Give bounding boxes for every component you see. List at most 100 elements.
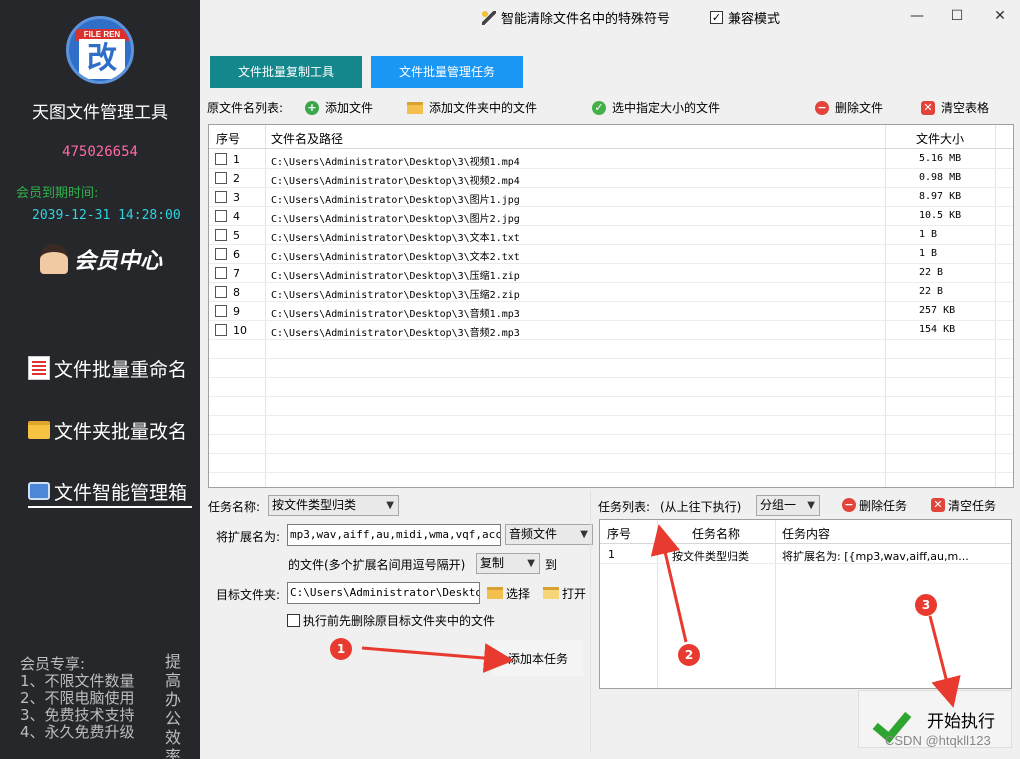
table-row[interactable]: 8 C:\Users\Administrator\Desktop\3\压缩2.zi…: [209, 283, 1013, 302]
row-checkbox[interactable]: [215, 324, 227, 336]
to-label: 到: [545, 558, 558, 572]
clear-icon: ✕: [931, 498, 945, 512]
panel-divider: [590, 490, 591, 752]
delete-file-button[interactable]: − 删除文件: [815, 99, 883, 116]
member-center-label: 会员中心: [74, 248, 163, 274]
folder-icon: [28, 421, 50, 439]
nav-folder-rename[interactable]: 文件夹批量改名: [28, 414, 187, 446]
table-row[interactable]: 2 C:\Users\Administrator\Desktop\3\视频2.mp…: [209, 169, 1013, 188]
row-checkbox[interactable]: [215, 305, 227, 317]
minus-icon: −: [842, 498, 856, 512]
compat-mode-label: 兼容模式: [728, 12, 781, 27]
table-row[interactable]: 5 C:\Users\Administrator\Desktop\3\文本1.tx…: [209, 226, 1013, 245]
delete-task-button[interactable]: − 删除任务: [842, 493, 907, 517]
table-row[interactable]: 6 C:\Users\Administrator\Desktop\3\文本2.tx…: [209, 245, 1013, 264]
expire-label: 会员到期时间:: [16, 186, 99, 201]
select-size-button[interactable]: ✓ 选中指定大小的文件: [592, 99, 720, 116]
table-row[interactable]: 10 C:\Users\Administrator\Desktop\3\音频2.m…: [209, 321, 1013, 340]
folder-plus-icon: [487, 587, 503, 599]
compat-mode-checkbox[interactable]: ✓ 兼容模式: [710, 8, 780, 27]
table-row[interactable]: 9 C:\Users\Administrator\Desktop\3\音频1.mp…: [209, 302, 1013, 321]
choose-folder-button[interactable]: 选择: [487, 581, 530, 605]
row-checkbox[interactable]: [215, 210, 227, 222]
promo-list: 会员专享: 1、不限文件数量 2、不限电脑使用 3、免费技术支持 4、永久免费升…: [20, 656, 135, 741]
task-index: 1: [608, 548, 615, 561]
task-table-header: 序号 任务名称 任务内容: [600, 520, 1011, 544]
row-checkbox[interactable]: [215, 153, 227, 165]
check-icon: ✓: [592, 100, 606, 115]
ext-type-select[interactable]: 音频文件 ▼: [505, 524, 593, 545]
header-index: 序号: [216, 132, 241, 146]
task-row[interactable]: 1 按文件类型归类 将扩展名为: [{mp3,wav,aiff,au,m...: [600, 545, 1011, 564]
logo-glyph: 改: [79, 39, 125, 79]
task-name-select[interactable]: 按文件类型归类 ▼: [268, 495, 399, 516]
delete-first-check-box[interactable]: [287, 613, 300, 627]
add-folder-button[interactable]: 添加文件夹中的文件: [407, 99, 537, 116]
row-size: 5.16 MB: [919, 153, 962, 164]
promo-slogan: 提高办公效率: [164, 652, 181, 759]
row-checkbox[interactable]: [215, 267, 227, 279]
green-check-icon: [877, 704, 911, 734]
empty-row: [209, 416, 1013, 435]
clear-table-button[interactable]: ✕ 清空表格: [921, 99, 989, 116]
row-size: 22 B: [919, 267, 944, 278]
row-checkbox[interactable]: [215, 286, 227, 298]
table-row[interactable]: 7 C:\Users\Administrator\Desktop\3\压缩1.zi…: [209, 264, 1013, 283]
header-path: 文件名及路径: [271, 132, 344, 146]
row-size: 1 B: [919, 229, 938, 240]
arrow-to-add-task: [361, 643, 514, 673]
nav-label: 文件夹批量改名: [54, 420, 188, 443]
step-marker-2: 2: [678, 644, 700, 666]
tab-batch-copy[interactable]: 文件批量复制工具: [210, 56, 362, 88]
row-checkbox[interactable]: [215, 191, 227, 203]
row-path: C:\Users\Administrator\Desktop\3\压缩2.zip: [271, 290, 520, 301]
row-size: 257 KB: [919, 305, 956, 316]
delete-task-label: 删除任务: [859, 498, 908, 513]
group-select[interactable]: 分组一 ▼: [756, 495, 820, 516]
row-path: C:\Users\Administrator\Desktop\3\文本2.txt: [271, 252, 520, 263]
task-table[interactable]: 序号 任务名称 任务内容 1 按文件类型归类 将扩展名为: [{mp3,wav,…: [599, 519, 1012, 689]
empty-row: [209, 340, 1013, 359]
open-folder-icon: [543, 587, 559, 599]
row-path: C:\Users\Administrator\Desktop\3\压缩1.zip: [271, 271, 520, 282]
file-list-label: 原文件名列表:: [207, 101, 284, 115]
open-folder-button[interactable]: 打开: [543, 581, 586, 605]
nav-smart-manager[interactable]: 文件智能管理箱: [28, 476, 192, 508]
empty-row: [209, 473, 1013, 487]
add-file-button[interactable]: + 添加文件: [305, 99, 373, 116]
table-row[interactable]: 1 C:\Users\Administrator\Desktop\3\视频1.mp…: [209, 150, 1013, 169]
row-checkbox[interactable]: [215, 172, 227, 184]
maximize-button[interactable]: ☐: [942, 4, 972, 28]
plus-icon: +: [305, 100, 319, 115]
row-size: 1 B: [919, 248, 938, 259]
special-chars-button[interactable]: 智能清除文件名中的特殊符号: [482, 8, 670, 27]
task-name: 按文件类型归类: [672, 550, 749, 563]
nav-label: 文件批量重命名: [54, 358, 188, 381]
document-icon: [28, 356, 50, 380]
delete-first-checkbox[interactable]: 执行前先删除原目标文件夹中的文件: [287, 608, 495, 632]
empty-row: [209, 359, 1013, 378]
titlebar: 智能清除文件名中的特殊符号 ✓ 兼容模式 — ☐ ✕: [200, 0, 1020, 34]
nav-batch-rename[interactable]: 文件批量重命名: [28, 352, 187, 384]
add-task-button[interactable]: 添加本任务: [493, 640, 583, 676]
tab-batch-manage[interactable]: 文件批量管理任务: [371, 56, 523, 88]
table-header: 序号 文件名及路径 文件大小: [209, 125, 1013, 149]
compat-check-box[interactable]: ✓: [710, 11, 723, 24]
file-table[interactable]: 序号 文件名及路径 文件大小 1 C:\Users\Administrator\D…: [208, 124, 1014, 488]
row-checkbox[interactable]: [215, 229, 227, 241]
member-center-button[interactable]: 会员中心: [40, 242, 162, 276]
ext-input[interactable]: mp3,wav,aiff,au,midi,wma,vqf,acc,ap: [287, 524, 501, 546]
action-select[interactable]: 复制 ▼: [476, 553, 540, 574]
clear-tasks-button[interactable]: ✕ 清空任务: [931, 493, 996, 517]
minimize-button[interactable]: —: [902, 4, 932, 28]
target-folder-input[interactable]: C:\Users\Administrator\Desktop\: [287, 582, 480, 604]
table-row[interactable]: 4 C:\Users\Administrator\Desktop\3\图片2.jp…: [209, 207, 1013, 226]
table-row[interactable]: 3 C:\Users\Administrator\Desktop\3\图片1.jp…: [209, 188, 1013, 207]
empty-row: [209, 454, 1013, 473]
close-button[interactable]: ✕: [985, 4, 1015, 28]
row-checkbox[interactable]: [215, 248, 227, 260]
row-index: 2: [233, 172, 240, 185]
action-value: 复制: [480, 556, 505, 570]
choose-label: 选择: [506, 586, 531, 601]
row-size: 10.5 KB: [919, 210, 962, 221]
